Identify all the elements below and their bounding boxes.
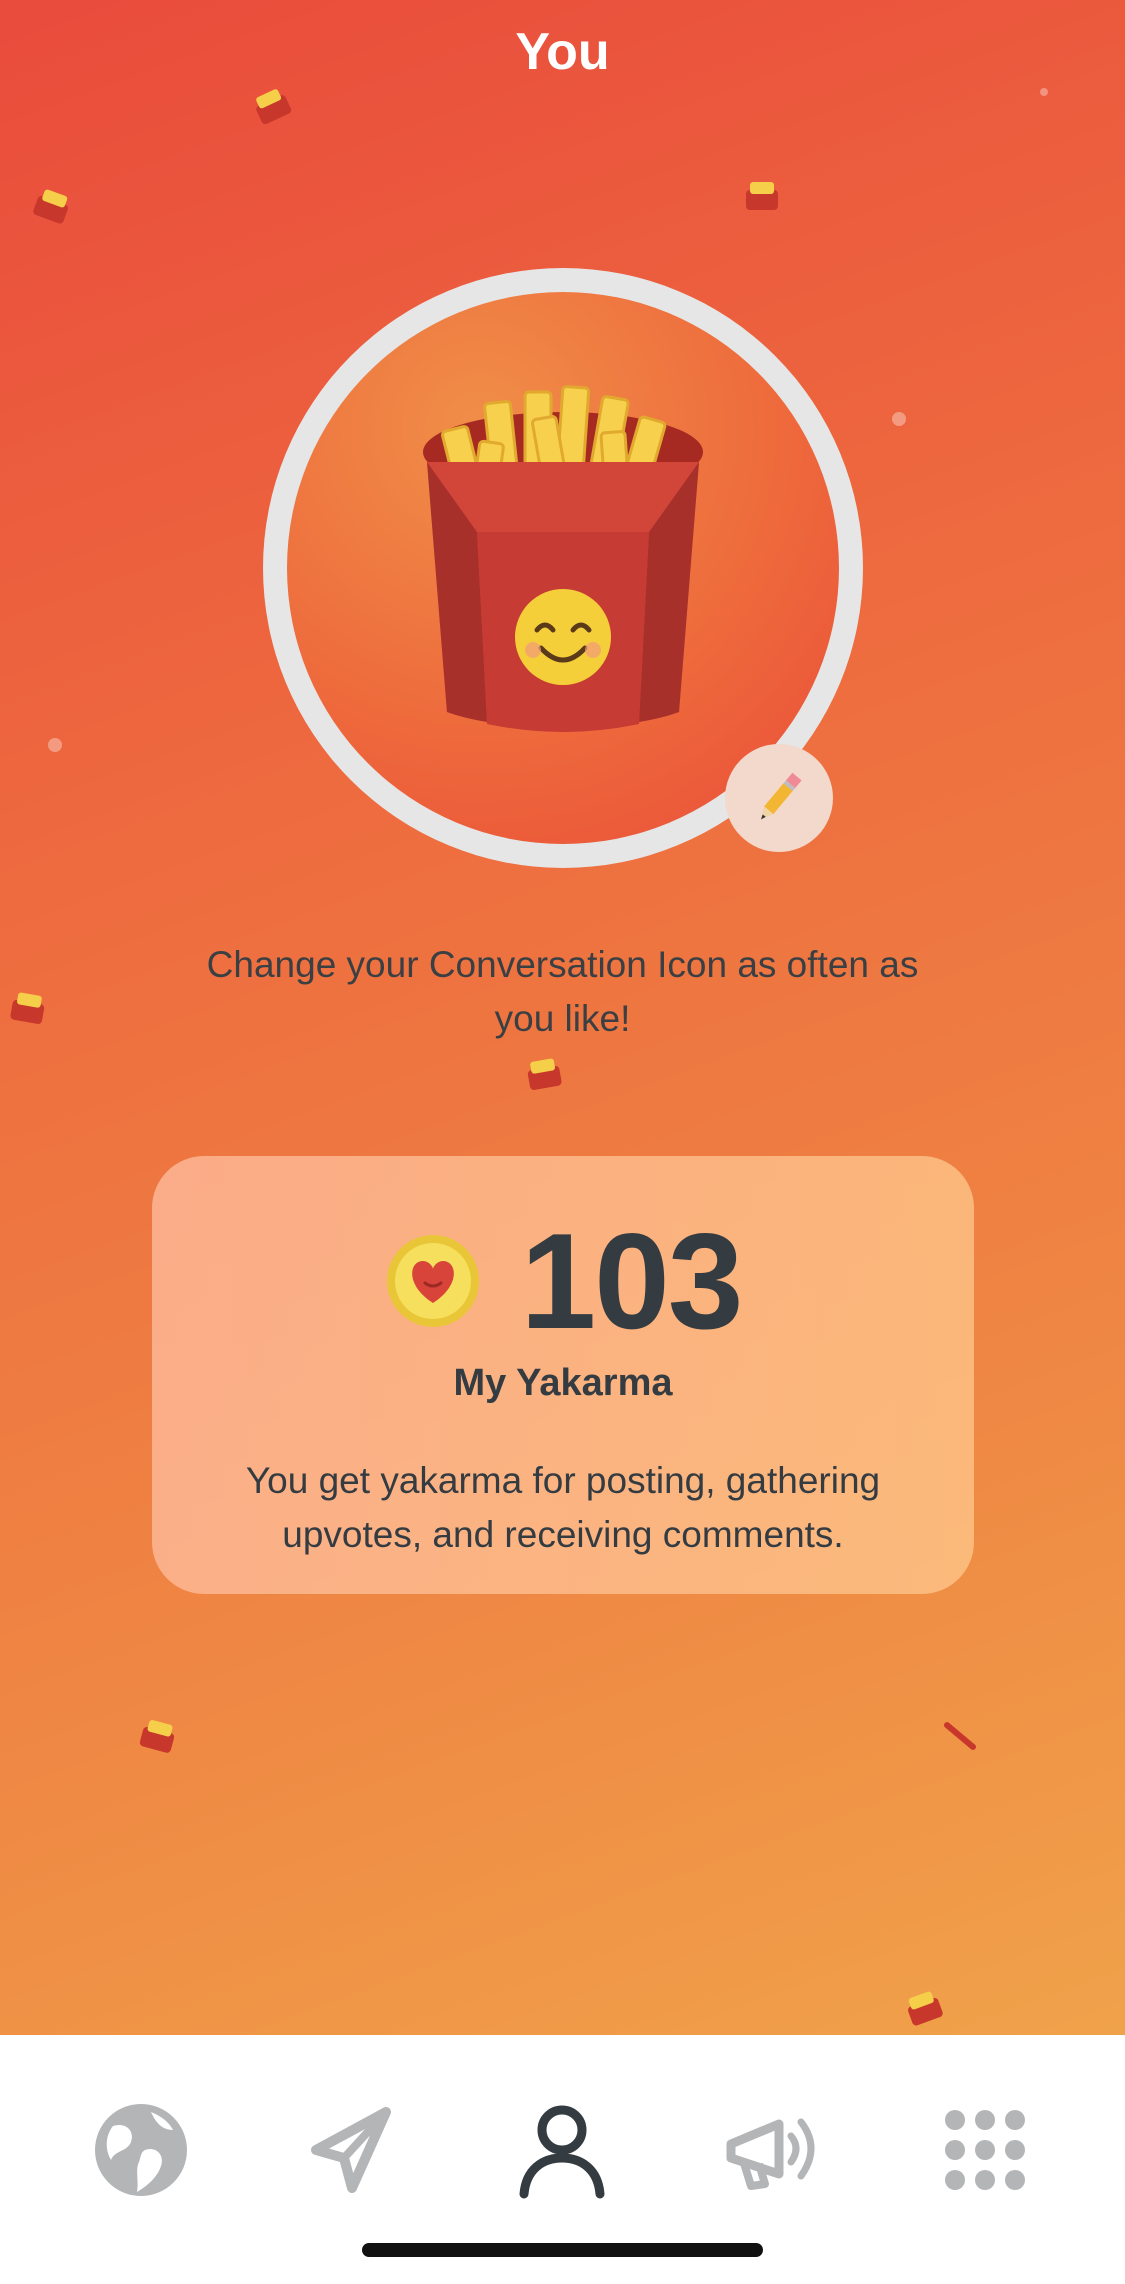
edit-avatar-button[interactable] bbox=[725, 744, 833, 852]
fries-confetti-icon bbox=[746, 182, 778, 210]
fries-confetti-icon bbox=[943, 1722, 977, 1750]
fries-confetti-icon bbox=[908, 1991, 943, 2026]
sparkle-dot bbox=[1040, 88, 1048, 96]
pencil-icon bbox=[761, 772, 802, 820]
globe-icon bbox=[95, 2104, 187, 2196]
tab-send[interactable] bbox=[297, 2095, 407, 2205]
tab-globe[interactable] bbox=[86, 2095, 196, 2205]
profile-screen: You Change your Conversation Icon as oft… bbox=[0, 0, 1125, 2035]
change-icon-hint: Change your Conversation Icon as often a… bbox=[206, 944, 919, 1039]
tab-more[interactable] bbox=[930, 2095, 1040, 2205]
tab-profile[interactable] bbox=[507, 2095, 617, 2205]
fries-confetti-icon bbox=[527, 1058, 562, 1090]
profile-icon bbox=[519, 2105, 605, 2199]
megaphone-icon bbox=[726, 2118, 815, 2190]
send-icon bbox=[311, 2107, 391, 2193]
tab-announcements[interactable] bbox=[718, 2095, 828, 2205]
fries-confetti-icon bbox=[33, 189, 68, 224]
yakarma-description: You get yakarma for posting, gathering u… bbox=[245, 1460, 881, 1555]
page-title: You bbox=[515, 23, 610, 81]
home-indicator[interactable] bbox=[362, 2243, 763, 2257]
sparkle-dot bbox=[892, 412, 906, 426]
sparkle-dot bbox=[48, 738, 62, 752]
yakarma-value: 103 bbox=[520, 1205, 744, 1357]
yakarma-card: 103 My Yakarma You get yakarma for posti… bbox=[152, 1156, 974, 1594]
yakarma-label: My Yakarma bbox=[453, 1362, 673, 1404]
grid-icon bbox=[945, 2110, 1025, 2190]
fries-confetti-icon bbox=[256, 89, 292, 125]
fries-confetti-icon bbox=[10, 992, 45, 1024]
fries-confetti-icon bbox=[139, 1720, 175, 1753]
yakarma-row: 103 bbox=[152, 1205, 974, 1357]
heart-coin-icon bbox=[386, 1235, 479, 1327]
